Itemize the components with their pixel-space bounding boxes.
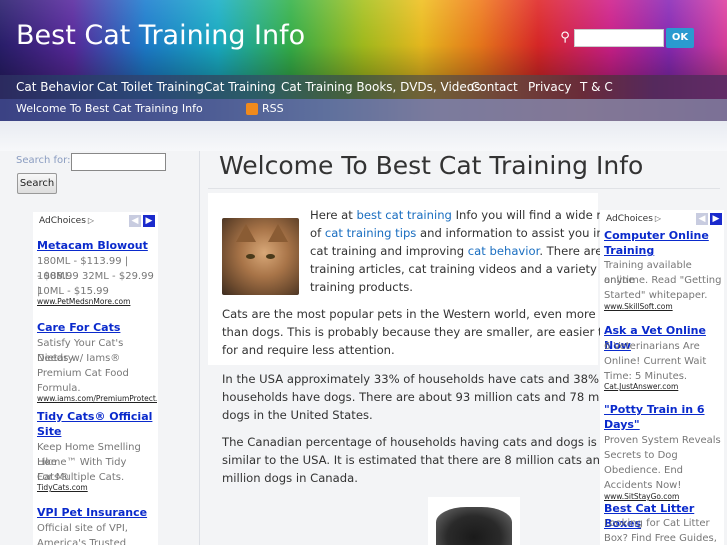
ad-text: Online! Current Wait [604, 356, 707, 367]
adchoices-icon: ▷ [654, 214, 662, 223]
nav-item-tc[interactable]: T & C [580, 75, 613, 99]
paragraph-line: for and require less attention. [222, 343, 395, 357]
header-band [0, 121, 727, 151]
ad-next-icon[interactable]: ▶ [710, 213, 722, 225]
intro-line: cat training and improving cat behavior.… [310, 244, 625, 258]
ad-text: Started" whitepaper. [604, 290, 708, 301]
ad-title[interactable]: "Potty Train in 6 [604, 402, 705, 417]
nav-item-cat-training[interactable]: Cat Training [204, 75, 276, 99]
paragraph-line: Cats are the most popular pets in the We… [222, 307, 613, 321]
ad-title[interactable]: VPI Pet Insurance [37, 505, 147, 520]
sidebar-search-button[interactable]: Search [17, 173, 57, 194]
page-title: Welcome To Best Cat Training Info [219, 151, 644, 180]
ad-text: Needs w/ Iams® [37, 353, 121, 364]
sidebar-search-label: Search for: [16, 155, 71, 166]
ad-prev-icon[interactable]: ◀ [696, 213, 708, 225]
paragraph-line: similar to the USA. It is estimated that… [222, 453, 619, 467]
adchoices-icon: ▷ [87, 216, 95, 225]
ad-text: Accidents Now! [604, 480, 682, 491]
paragraph-line: The Canadian percentage of households ha… [222, 435, 597, 449]
ad-text: Obedience. End [604, 465, 683, 476]
ad-text: Looking for Cat Litter [604, 518, 710, 529]
ad-text: Secrets to Dog [604, 450, 678, 461]
sidebar-search-input[interactable] [71, 153, 166, 171]
subnav-welcome-link[interactable]: Welcome To Best Cat Training Info [16, 99, 203, 121]
ad-title[interactable]: Care For Cats [37, 320, 120, 335]
adchoices-label[interactable]: AdChoices ▷ [39, 216, 94, 226]
ad-next-icon[interactable]: ▶ [143, 215, 155, 227]
rss-icon[interactable] [246, 103, 258, 115]
ad-text: Official site of VPI, [37, 523, 128, 534]
ad-title[interactable]: Site [37, 424, 61, 439]
ad-text: Box? Find Free Guides, [604, 533, 717, 544]
link-cat-behavior[interactable]: cat behavior [468, 244, 540, 258]
header-search: ⚲ OK [556, 28, 694, 48]
ad-url[interactable]: Cat.JustAnswer.com [604, 382, 722, 391]
paragraph-line: households have dogs. There are about 93… [222, 390, 627, 404]
rss-link[interactable]: RSS [262, 99, 284, 121]
ad-url[interactable]: www.SkillSoft.com [604, 302, 722, 311]
intro-line: Here at best cat training Info you will … [310, 208, 631, 222]
link-cat-training-tips[interactable]: cat training tips [325, 226, 416, 240]
search-icon: ⚲ [560, 30, 570, 45]
ad-title[interactable]: Tidy Cats® Official [37, 409, 152, 424]
ad-title[interactable]: Days" [604, 417, 640, 432]
ad-title[interactable]: Training [604, 243, 654, 258]
nav-item-privacy[interactable]: Privacy [528, 75, 571, 99]
title-divider [208, 188, 720, 189]
left-ad-block: AdChoices ▷ ◀ ▶ Metacam Blowout 180ML - $… [33, 212, 158, 545]
ad-text: America's Trusted Choice [37, 538, 127, 545]
cat-thumbnail-image [222, 218, 299, 295]
ad-title[interactable]: Computer Online [604, 228, 709, 243]
subnav: Welcome To Best Cat Training Info RSS [0, 99, 727, 121]
nav-item-cat-training-books[interactable]: Cat Training Books, DVDs, Videos [281, 75, 480, 99]
nav-item-cat-toilet-training[interactable]: Cat Toilet Training [97, 75, 204, 99]
paragraph-line: million dogs in Canada. [222, 471, 358, 485]
ad-prev-icon[interactable]: ◀ [129, 215, 141, 227]
paragraph-line: In the USA approximately 33% of househol… [222, 372, 614, 386]
ad-url[interactable]: www.SitStayGo.com [604, 492, 722, 501]
ad-url[interactable]: TidyCats.com [37, 483, 157, 492]
paragraph-line: than dogs. This is probably because they… [222, 325, 639, 339]
nav-item-cat-behavior[interactable]: Cat Behavior [16, 75, 94, 99]
right-ad-block: AdChoices ▷ ◀ ▶ Computer Online Training … [600, 210, 724, 545]
intro-line: training articles, cat training videos a… [310, 262, 612, 276]
header-search-input[interactable] [574, 29, 664, 47]
ad-title[interactable]: Metacam Blowout [37, 238, 148, 253]
nav-item-contact[interactable]: Contact [471, 75, 518, 99]
site-title[interactable]: Best Cat Training Info [16, 20, 305, 51]
paragraph-line: dogs in the United States. [222, 408, 373, 422]
link-best-cat-training[interactable]: best cat training [357, 208, 452, 222]
header-search-ok-button[interactable]: OK [666, 28, 694, 48]
ad-text: 6 Veterinarians Are [604, 341, 700, 352]
cat-photo-image [428, 497, 520, 545]
ad-url[interactable]: www.iams.com/PremiumProtect... [37, 394, 157, 403]
ad-text: anytime. Read "Getting [604, 275, 722, 286]
intro-line: of cat training tips and information to … [310, 226, 634, 240]
adchoices-label[interactable]: AdChoices ▷ [606, 214, 661, 224]
ad-text: Premium Cat Food [37, 368, 129, 379]
intro-line: training products. [310, 280, 413, 294]
main-nav: Cat Behavior Cat Toilet Training Cat Tra… [0, 75, 727, 99]
ad-text: Proven System Reveals [604, 435, 721, 446]
ad-url[interactable]: www.PetMedsnMore.com [37, 297, 157, 306]
